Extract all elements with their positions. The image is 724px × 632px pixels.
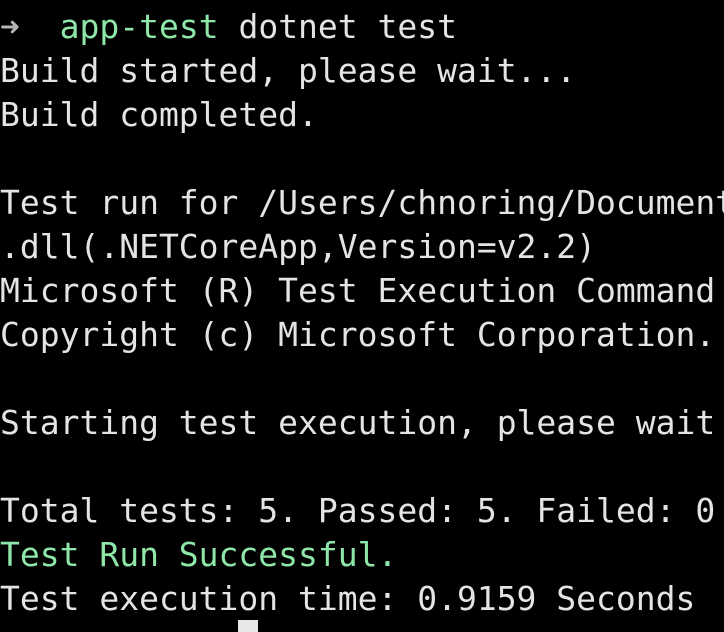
prompt-command: dotnet test: [238, 7, 457, 46]
terminal-cursor: [238, 620, 258, 632]
copyright-line: Copyright (c) Microsoft Corporation.: [0, 315, 716, 354]
build-started-line: Build started, please wait...: [0, 51, 577, 90]
starting-execution-line: Starting test execution, please wait: [0, 403, 716, 442]
prompt-arrow-icon: ➜: [0, 7, 20, 46]
execution-time-line: Test execution time: 0.9159 Seconds: [0, 579, 696, 618]
test-run-successful-line: Test Run Successful.: [0, 535, 398, 574]
next-prompt-partial: [0, 624, 240, 632]
terminal-window[interactable]: ➜ app-test dotnet test Build started, pl…: [0, 0, 724, 632]
dll-line: .dll(.NETCoreApp,Version=v2.2): [0, 227, 597, 266]
test-execution-command-line: Microsoft (R) Test Execution Command: [0, 271, 716, 310]
total-tests-line: Total tests: 5. Passed: 5. Failed: 0: [0, 491, 716, 530]
prompt-line: ➜ app-test dotnet test: [0, 5, 457, 49]
prompt-directory: app-test: [59, 7, 219, 46]
test-run-for-line: Test run for /Users/chnoring/Document: [0, 183, 724, 222]
build-completed-line: Build completed.: [0, 95, 318, 134]
